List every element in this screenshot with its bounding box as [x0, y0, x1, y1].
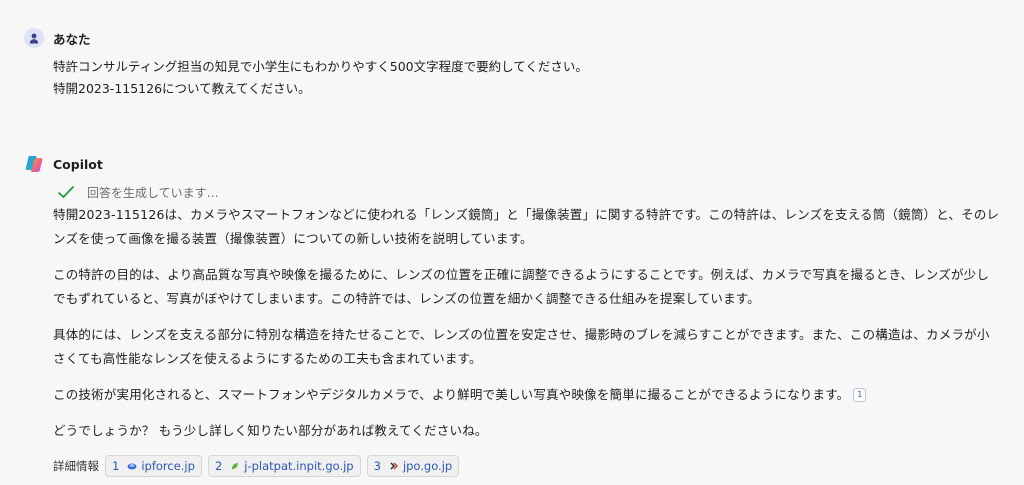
source-number: 2	[214, 459, 223, 473]
user-message: あなた 特許コンサルティング担当の知見で小学生にもわかりやすく500文字程度で要…	[24, 28, 1000, 100]
response-paragraph: 具体的には、レンズを支える部分に特別な構造を持たせることで、レンズの位置を安定さ…	[53, 327, 990, 366]
source-label: j-platpat.inpit.go.jp	[244, 459, 354, 473]
user-message-text: 特許コンサルティング担当の知見で小学生にもわかりやすく500文字程度で要約してく…	[53, 56, 1000, 100]
jpo-favicon-icon	[390, 462, 398, 470]
response-paragraph: この技術が実用化されると、スマートフォンやデジタルカメラで、より鮮明で美しい写真…	[53, 383, 1000, 407]
user-message-header: あなた	[24, 28, 1000, 48]
copilot-message-header: Copilot	[24, 154, 1000, 174]
source-details: 詳細情報 1 ipforce.jp 2 j-platpat.inpit.go.j…	[53, 455, 1000, 477]
user-message-line: 特許コンサルティング担当の知見で小学生にもわかりやすく500文字程度で要約してく…	[53, 59, 588, 74]
generation-status: 回答を生成しています…	[53, 183, 1000, 201]
source-chip-jpo[interactable]: 3 jpo.go.jp	[366, 455, 460, 477]
response-paragraph: この特許の目的は、より高品質な写真や映像を撮るために、レンズの位置を正確に調整で…	[53, 267, 990, 306]
user-avatar-icon	[24, 28, 44, 48]
source-number: 1	[112, 459, 120, 473]
j-platpat-favicon-icon	[231, 463, 239, 470]
source-chip-j-platpat[interactable]: 2 j-platpat.inpit.go.jp	[207, 455, 361, 477]
copilot-message: Copilot 回答を生成しています… 特開2023-115126は、カメラやス…	[24, 154, 1000, 477]
copilot-name: Copilot	[53, 156, 103, 172]
source-label: jpo.go.jp	[402, 459, 453, 473]
user-name: あなた	[53, 31, 91, 47]
generation-status-text: 回答を生成しています…	[87, 185, 219, 200]
user-message-line: 特開2023-115126について教えてください。	[53, 81, 311, 96]
source-label: ipforce.jp	[141, 459, 195, 473]
copilot-logo-icon	[24, 154, 44, 174]
ipforce-favicon-icon	[127, 463, 137, 470]
response-paragraph: どうでしょうか？ もう少し詳しく知りたい部分があれば教えてくださいね。	[53, 423, 488, 438]
response-paragraph: 特開2023-115126は、カメラやスマートフォンなどに使われる「レンズ鏡筒」…	[53, 207, 1000, 246]
citation-marker[interactable]: 1	[853, 388, 867, 402]
response-paragraph-text: この技術が実用化されると、スマートフォンやデジタルカメラで、より鮮明で美しい写真…	[53, 387, 850, 402]
checkmark-icon	[57, 185, 75, 199]
source-chip-ipforce[interactable]: 1 ipforce.jp	[105, 455, 202, 477]
details-label: 詳細情報	[53, 459, 99, 473]
source-number: 3	[373, 459, 381, 473]
